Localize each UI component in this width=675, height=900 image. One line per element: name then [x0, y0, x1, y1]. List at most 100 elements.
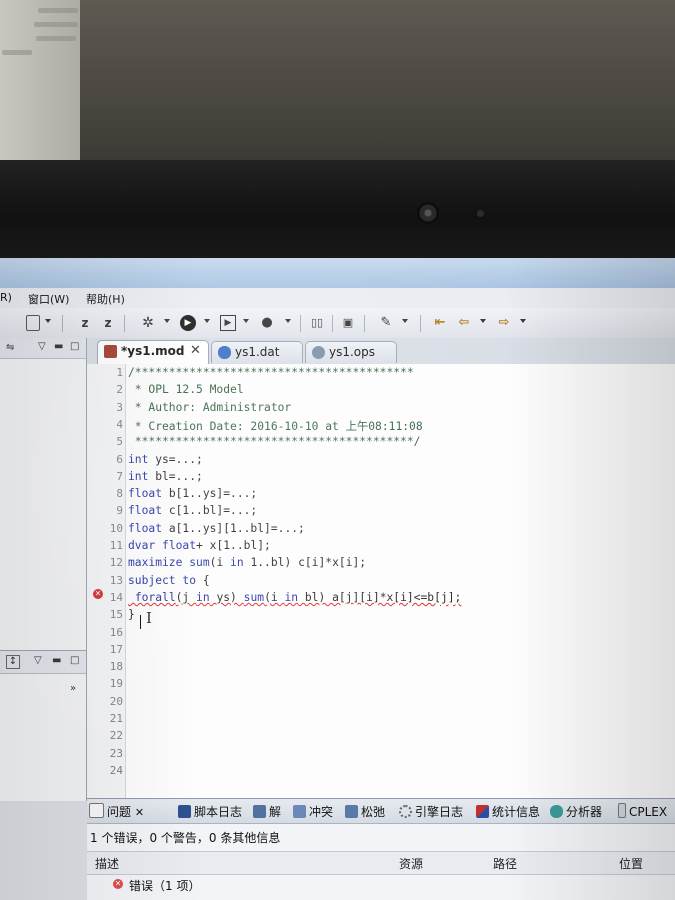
tab-label: 解 [269, 805, 282, 819]
model-file-icon [104, 345, 117, 358]
tab-problems[interactable]: 问题 ✕ [89, 803, 144, 820]
tab-conflicts[interactable]: 冲突 [293, 803, 333, 820]
toolbar-separator [124, 315, 125, 332]
minimize-icon[interactable]: ▬ [52, 655, 61, 667]
engine-log-icon [399, 805, 412, 818]
code-line[interactable]: * OPL 12.5 Model [128, 383, 244, 396]
tab-script-log[interactable]: 脚本日志 [178, 803, 242, 820]
run-config-icon[interactable]: ▶ [220, 315, 236, 331]
chevron-down-icon[interactable] [520, 319, 526, 323]
previous-edit-icon[interactable]: ⇤ [432, 315, 448, 331]
view-menu-icon[interactable]: ▽ [34, 655, 42, 667]
tab-ys1-mod[interactable]: *ys1.mod ✕ [97, 340, 209, 364]
line-number: 15 [109, 608, 123, 622]
code-line[interactable]: float b[1..ys]=...; [128, 487, 257, 500]
debug-gear-icon[interactable]: ✲ [140, 315, 156, 331]
code-line[interactable]: subject to { [128, 574, 210, 587]
column-location[interactable]: 位置 [619, 855, 643, 872]
error-group-label: 错误（1 项） [129, 879, 201, 893]
column-path[interactable]: 路径 [493, 855, 517, 872]
back-arrow-icon[interactable]: ⇦ [456, 315, 472, 331]
line-number: 3 [116, 400, 123, 414]
settings-file-icon [312, 346, 325, 359]
code-line[interactable]: ****************************************… [128, 435, 421, 448]
chevron-down-icon[interactable] [402, 319, 408, 323]
sort-icon[interactable]: ↕ [6, 655, 20, 669]
menu-item-window[interactable]: 窗口(W) [28, 291, 69, 307]
maximize-icon[interactable]: □ [70, 341, 79, 353]
table-row[interactable]: ✕ 错误（1 项） [87, 875, 675, 895]
run-icon[interactable]: ▶ [180, 315, 196, 331]
line-number-gutter: 1 2 3 4 5 6 7 8 9 10 11 12 13 14 15 16 17 18 19 20 21 22 23 24 [87, 364, 126, 798]
pen-icon[interactable]: ✎ [378, 315, 394, 331]
column-resource[interactable]: 资源 [399, 855, 423, 872]
forward-arrow-icon[interactable]: ⇨ [496, 315, 512, 331]
tab-label: 引擎日志 [415, 805, 464, 819]
code-line[interactable]: } [128, 608, 135, 621]
tab-label: 问题 [107, 805, 132, 819]
menu-item-run[interactable]: R) [0, 291, 12, 304]
chevron-down-icon[interactable] [243, 319, 249, 323]
tab-label: ys1.dat [235, 345, 280, 359]
code-line[interactable]: * Creation Date: 2016-10-10 at 上午08:11:0… [128, 418, 423, 434]
close-icon[interactable]: ✕ [135, 806, 144, 819]
code-line[interactable]: float a[1..ys][1..bl]=...; [128, 522, 305, 535]
chevron-down-icon[interactable] [285, 319, 291, 323]
code-line[interactable]: dvar float+ x[1..bl]; [128, 539, 271, 552]
stop-square-icon[interactable]: ▣ [341, 315, 355, 331]
error-marker-icon[interactable]: ✕ [93, 589, 103, 599]
tab-engine-log[interactable]: 引擎日志 [399, 803, 463, 820]
code-line[interactable]: maximize sum(i in 1..bl) c[i]*x[i]; [128, 556, 366, 569]
line-number: 13 [109, 573, 123, 587]
chevron-down-icon[interactable] [45, 319, 51, 323]
save-icon[interactable] [26, 315, 40, 331]
undo-z-button[interactable]: z [80, 315, 90, 331]
record-icon[interactable]: ● [259, 315, 275, 331]
layout-columns-icon[interactable]: ▯▯ [310, 315, 324, 331]
camera-led [477, 210, 484, 217]
link-editor-icon[interactable]: ⇋ [6, 342, 14, 354]
close-icon[interactable]: ✕ [190, 343, 201, 358]
redo-z-button[interactable]: z [103, 315, 113, 331]
toolbar-separator [364, 315, 365, 332]
tab-solutions[interactable]: 解 [253, 803, 281, 820]
view-menu-icon[interactable]: ▽ [38, 341, 46, 353]
minimize-icon[interactable]: ▬ [54, 341, 63, 353]
problems-summary: 1 个错误，0 个警告，0 条其他信息 [90, 831, 281, 845]
tab-profiler[interactable]: 分析器 [550, 803, 602, 820]
maximize-icon[interactable]: □ [70, 655, 79, 667]
tab-ys1-ops[interactable]: ys1.ops [305, 341, 397, 363]
screen: R) 窗口(W) 帮助(H) z z ✲ ▶ ▶ ● ▯▯ ▣ ✎ ⇤ ⇦ ⇨ [0, 258, 675, 900]
tab-label: 脚本日志 [194, 805, 243, 819]
code-line[interactable]: * Author: Administrator [128, 401, 291, 414]
tab-statistics[interactable]: 统计信息 [476, 803, 540, 820]
tab-ys1-dat[interactable]: ys1.dat [211, 341, 303, 363]
problems-tab-bar: 问题 ✕ 脚本日志 解 冲突 松弛 引擎日志 统计信息 分析器 CPLEX [87, 799, 675, 824]
line-number: 2 [116, 383, 123, 397]
tab-label: ys1.ops [329, 345, 376, 359]
ibeam-cursor-icon: I [146, 609, 152, 627]
line-number: 12 [109, 556, 123, 570]
chevron-right-icon[interactable]: » [70, 683, 76, 695]
column-description[interactable]: 描述 [95, 855, 119, 872]
line-number: 17 [109, 642, 123, 656]
line-number: 10 [109, 521, 123, 535]
code-line[interactable]: /***************************************… [128, 366, 414, 379]
problems-icon [89, 803, 104, 818]
code-line[interactable]: forall(j in ys) sum(i in bl) a[j][i]*x[i… [128, 591, 462, 604]
chevron-down-icon[interactable] [164, 319, 170, 323]
code-line[interactable]: int bl=...; [128, 470, 203, 483]
tab-label: *ys1.mod [121, 344, 185, 358]
error-icon: ✕ [113, 879, 123, 889]
chevron-down-icon[interactable] [204, 319, 210, 323]
line-number: 20 [109, 694, 123, 708]
chevron-down-icon[interactable] [480, 319, 486, 323]
tab-cplex[interactable]: CPLEX [618, 803, 667, 819]
tab-label: 统计信息 [492, 805, 541, 819]
code-line[interactable]: int ys=...; [128, 453, 203, 466]
code-editor[interactable]: 1 2 3 4 5 6 7 8 9 10 11 12 13 14 15 16 17 18 19 20 21 22 23 24 … [87, 364, 675, 798]
code-line[interactable]: float c[1..bl]=...; [128, 504, 257, 517]
menu-item-help[interactable]: 帮助(H) [86, 291, 125, 307]
tab-relaxations[interactable]: 松弛 [345, 803, 385, 820]
pane-header: ⇋ ▽ ▬ □ [0, 338, 86, 359]
